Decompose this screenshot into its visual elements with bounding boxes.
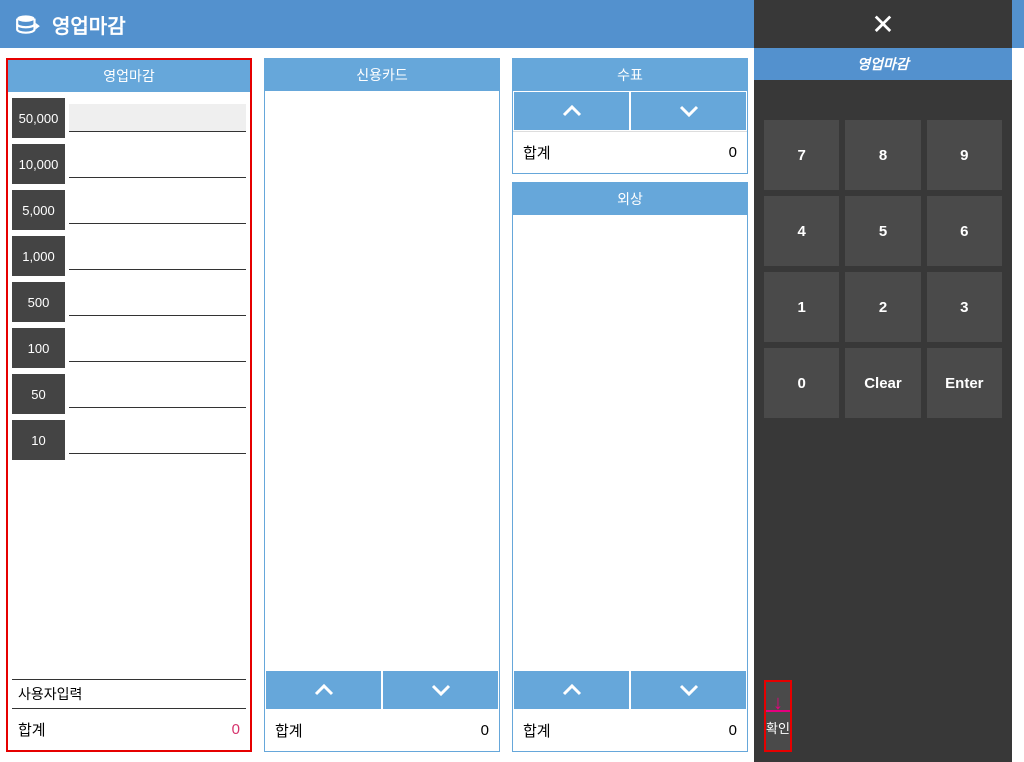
denom-10-input[interactable] (69, 426, 246, 454)
card-total-row: 합계 0 (265, 710, 499, 751)
card-list-area (265, 91, 499, 670)
chevron-up-icon (314, 684, 334, 696)
key-8[interactable]: 8 (845, 120, 920, 190)
denom-500-button[interactable]: 500 (12, 282, 65, 322)
cash-panel: 영업마감 50,000 10,000 5,000 1,000 500 (6, 58, 252, 752)
key-2[interactable]: 2 (845, 272, 920, 342)
credit-panel-header: 외상 (513, 183, 747, 215)
main-area: 영업마감 50,000 10,000 5,000 1,000 500 (0, 48, 1024, 762)
key-4[interactable]: 4 (764, 196, 839, 266)
denom-row: 500 (12, 282, 246, 322)
key-1[interactable]: 1 (764, 272, 839, 342)
denom-1000-input[interactable] (69, 242, 246, 270)
denom-50-button[interactable]: 50 (12, 374, 65, 414)
check-subtotal-row: 합계 0 (513, 131, 747, 173)
cash-panel-header: 영업마감 (8, 60, 250, 92)
cash-total-label: 합계 (18, 719, 46, 740)
credit-nav-row (513, 670, 747, 710)
confirm-wrap: ↓ 확인 (754, 670, 1012, 762)
chevron-up-icon (562, 105, 582, 117)
denom-row: 5,000 (12, 190, 246, 230)
key-0[interactable]: 0 (764, 348, 839, 418)
denom-50-input[interactable] (69, 380, 246, 408)
side-panel: ✕ 영업마감 7 8 9 4 5 6 1 2 3 0 Clear Enter ↓… (754, 48, 1012, 762)
check-up-button[interactable] (513, 91, 630, 131)
confirm-label: 확인 (766, 718, 790, 737)
credit-panel: 외상 합계 0 (512, 182, 748, 752)
close-icon: ✕ (871, 9, 894, 40)
chevron-down-icon (431, 684, 451, 696)
denomination-list: 50,000 10,000 5,000 1,000 500 100 (8, 92, 250, 472)
denom-row: 1,000 (12, 236, 246, 276)
card-panel: 신용카드 합계 0 (264, 58, 500, 752)
card-nav-row (265, 670, 499, 710)
check-nav-row (513, 91, 747, 131)
page-title: 영업마감 (52, 10, 126, 39)
keypad: 7 8 9 4 5 6 1 2 3 0 Clear Enter (754, 80, 1012, 428)
denom-1000-button[interactable]: 1,000 (12, 236, 65, 276)
user-input-label: 사용자입력 (12, 679, 246, 709)
denom-5000-button[interactable]: 5,000 (12, 190, 65, 230)
chevron-down-icon (679, 684, 699, 696)
credit-down-button[interactable] (630, 670, 747, 710)
denom-row: 50 (12, 374, 246, 414)
cash-total-value: 0 (232, 721, 240, 738)
side-panel-header: 영업마감 (754, 48, 1012, 80)
denom-10000-button[interactable]: 10,000 (12, 144, 65, 184)
right-column: 수표 합계 0 외상 (512, 58, 748, 752)
key-clear[interactable]: Clear (845, 348, 920, 418)
key-9[interactable]: 9 (927, 120, 1002, 190)
key-enter[interactable]: Enter (927, 348, 1002, 418)
denom-row: 100 (12, 328, 246, 368)
key-3[interactable]: 3 (927, 272, 1002, 342)
check-subtotal-label: 합계 (523, 142, 551, 163)
logo-icon (12, 8, 44, 40)
denom-100-input[interactable] (69, 334, 246, 362)
denom-10000-input[interactable] (69, 150, 246, 178)
denom-row: 10 (12, 420, 246, 460)
credit-total-label: 합계 (523, 720, 551, 741)
credit-up-button[interactable] (513, 670, 630, 710)
check-panel-header: 수표 (513, 59, 747, 91)
denom-5000-input[interactable] (69, 196, 246, 224)
download-icon: ↓ (766, 696, 790, 712)
denom-500-input[interactable] (69, 288, 246, 316)
denom-100-button[interactable]: 100 (12, 328, 65, 368)
card-total-value: 0 (481, 722, 489, 739)
card-total-label: 합계 (275, 720, 303, 741)
chevron-down-icon (679, 105, 699, 117)
check-subtotal-value: 0 (729, 144, 737, 161)
denom-10-button[interactable]: 10 (12, 420, 65, 460)
card-up-button[interactable] (265, 670, 382, 710)
credit-list-area (513, 215, 747, 670)
key-7[interactable]: 7 (764, 120, 839, 190)
denom-50000-button[interactable]: 50,000 (12, 98, 65, 138)
cash-total-row: 합계 0 (8, 709, 250, 750)
key-5[interactable]: 5 (845, 196, 920, 266)
chevron-up-icon (562, 684, 582, 696)
close-button[interactable]: ✕ (871, 8, 894, 41)
denom-row: 50,000 (12, 98, 246, 138)
card-panel-header: 신용카드 (265, 59, 499, 91)
check-down-button[interactable] (630, 91, 747, 131)
denom-row: 10,000 (12, 144, 246, 184)
check-panel: 수표 합계 0 (512, 58, 748, 174)
key-6[interactable]: 6 (927, 196, 1002, 266)
credit-total-value: 0 (729, 722, 737, 739)
side-topbar: ✕ (754, 0, 1012, 48)
confirm-button[interactable]: ↓ 확인 (764, 680, 792, 752)
credit-total-row: 합계 0 (513, 710, 747, 751)
denom-50000-input[interactable] (69, 104, 246, 132)
card-down-button[interactable] (382, 670, 499, 710)
